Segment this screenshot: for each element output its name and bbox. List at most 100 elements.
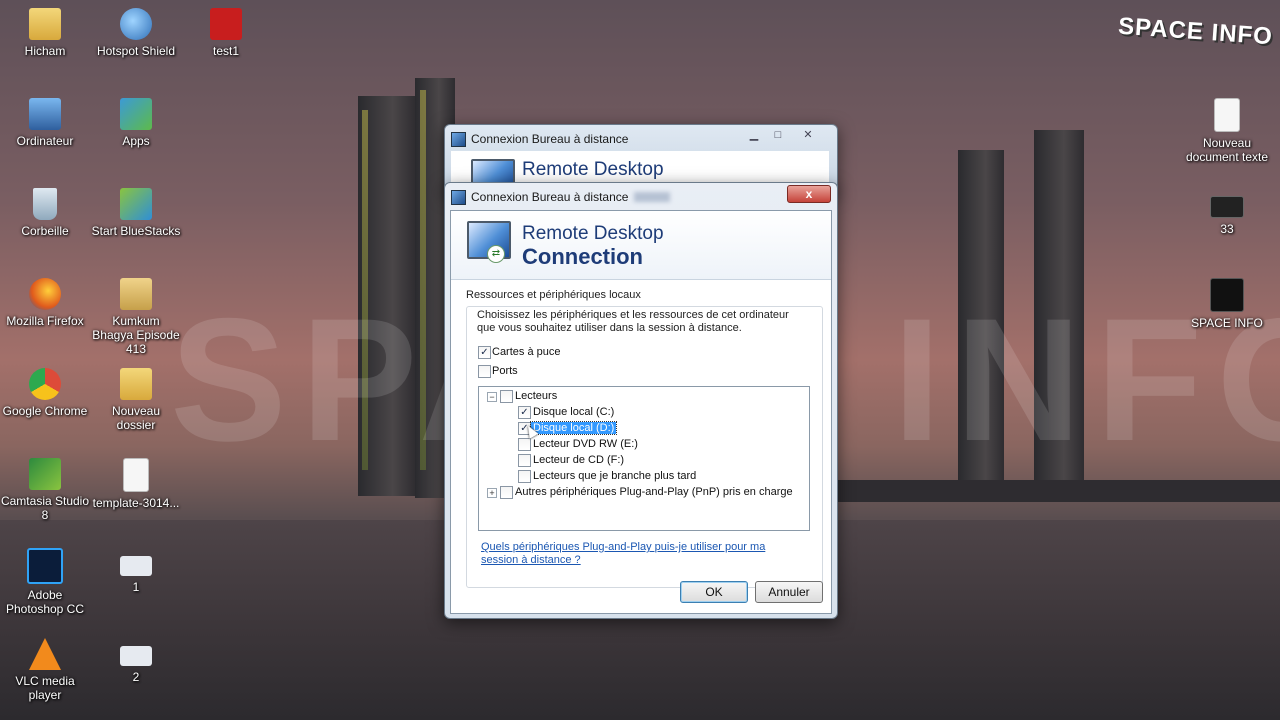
chrome-icon xyxy=(29,368,61,400)
collapse-expander[interactable]: − xyxy=(487,392,497,402)
space-info-icon xyxy=(1210,278,1244,312)
video-file-icon xyxy=(210,8,242,40)
back-window-titlebar[interactable]: Connexion Bureau à distance xyxy=(451,129,628,149)
desktop-icon-label: Nouveau dossier xyxy=(111,404,161,432)
desktop-icon-bluestacks[interactable]: Start BlueStacks xyxy=(91,188,181,238)
desktop-icon-nouveau-document[interactable]: Nouveau document texte xyxy=(1182,98,1272,164)
desktop-icon-label: Camtasia Studio 8 xyxy=(0,494,90,522)
desktop-icon-label: Mozilla Firefox xyxy=(6,314,84,328)
dialog-title: Connexion Bureau à distance xyxy=(471,190,629,204)
drives-checkbox[interactable] xyxy=(500,390,513,403)
smart-cards-label[interactable]: Cartes à puce xyxy=(492,346,560,358)
connection-arrows-icon: ⇄ xyxy=(487,245,505,263)
desktop-icon-hotspot-shield[interactable]: Hotspot Shield xyxy=(91,8,181,58)
image-file-icon xyxy=(120,646,152,666)
photoshop-icon xyxy=(27,548,63,584)
folder-icon xyxy=(120,278,152,310)
pnp-devices-label[interactable]: Autres périphériques Plug-and-Play (PnP)… xyxy=(515,486,793,498)
drive-f-label[interactable]: Lecteur de CD (F:) xyxy=(533,454,624,466)
background-bridge xyxy=(820,480,1280,502)
drives-label[interactable]: Lecteurs xyxy=(515,390,557,402)
bluestacks-icon xyxy=(120,188,152,220)
document-icon xyxy=(123,458,149,492)
ports-label[interactable]: Ports xyxy=(492,365,518,377)
desktop-icon-kumkum[interactable]: Kumkum Bhagya Episode 413 xyxy=(91,278,181,356)
desktop-icon-label: Ordinateur xyxy=(16,134,74,148)
smart-cards-checkbox[interactable]: ✓ xyxy=(478,346,491,359)
desktop-icon-label: SPACE INFO xyxy=(1191,316,1263,330)
banner-line1: Remote Desktop xyxy=(522,223,664,244)
resources-group-label: Ressources et périphériques locaux xyxy=(466,289,645,301)
desktop-icon-photoshop[interactable]: Adobe Photoshop CC xyxy=(0,548,90,616)
firefox-icon xyxy=(29,278,61,310)
desktop-icon-label: 33 xyxy=(1220,222,1234,236)
text-file-icon xyxy=(1214,98,1240,132)
later-drives-label[interactable]: Lecteurs que je branche plus tard xyxy=(533,470,696,482)
pnp-help-link[interactable]: Quels périphériques Plug-and-Play puis-j… xyxy=(481,541,801,567)
drive-e-checkbox[interactable] xyxy=(518,438,531,451)
later-drives-checkbox[interactable] xyxy=(518,470,531,483)
desktop-icon-ordinateur[interactable]: Ordinateur xyxy=(0,98,90,148)
desktop-icon-1[interactable]: 1 xyxy=(91,548,181,594)
drive-c-checkbox[interactable]: ✓ xyxy=(518,406,531,419)
expand-expander[interactable]: + xyxy=(487,488,497,498)
desktop-icon-label: 2 xyxy=(132,670,140,684)
desktop-icon-label: Google Chrome xyxy=(2,404,88,418)
drives-tree[interactable]: − Lecteurs ✓ Disque local (C:) ✓ Disque … xyxy=(478,386,810,531)
desktop-icon-label: 1 xyxy=(132,580,140,594)
dialog-client-area: ⇄ Remote Desktop Connection Ressources e… xyxy=(450,210,832,614)
vlc-icon xyxy=(29,638,61,670)
desktop-icon-33[interactable]: 33 xyxy=(1182,188,1272,236)
back-window-title: Connexion Bureau à distance xyxy=(471,132,629,146)
desktop-icon-corbeille[interactable]: Corbeille xyxy=(0,188,90,238)
desktop-icon-template[interactable]: template-3014... xyxy=(91,458,181,510)
desktop-icon-label: test1 xyxy=(212,44,239,58)
resources-description: Choisissez les périphériques et les ress… xyxy=(477,309,789,334)
apps-icon xyxy=(120,98,152,130)
desktop-icon-2[interactable]: 2 xyxy=(91,638,181,684)
dialog-titlebar[interactable]: Connexion Bureau à distance xyxy=(451,187,671,207)
cancel-button[interactable]: Annuler xyxy=(755,581,823,603)
remote-desktop-app-icon xyxy=(451,131,466,147)
local-resources-dialog[interactable]: Connexion Bureau à distance x ⇄ Remote D… xyxy=(444,182,838,619)
ok-button[interactable]: OK xyxy=(680,581,748,603)
desktop-icon-label: Start BlueStacks xyxy=(91,224,181,238)
minimize-button[interactable]: ▁ xyxy=(743,127,765,143)
image-file-icon xyxy=(1210,196,1244,218)
desktop-icon-label: VLC media player xyxy=(15,674,75,702)
dialog-close-button[interactable]: x xyxy=(787,185,831,203)
desktop-icon-label: Adobe Photoshop CC xyxy=(5,588,85,616)
desktop-icon-apps[interactable]: Apps xyxy=(91,98,181,148)
ports-checkbox[interactable] xyxy=(478,365,491,378)
banner-line2: Connection xyxy=(522,244,643,269)
blurred-hostname xyxy=(634,192,671,202)
desktop-icon-chrome[interactable]: Google Chrome xyxy=(0,368,90,418)
drive-e-label[interactable]: Lecteur DVD RW (E:) xyxy=(533,438,638,450)
desktop-icon-camtasia[interactable]: Camtasia Studio 8 xyxy=(0,458,90,522)
brand-overlay: SPACE INFO xyxy=(1117,12,1274,51)
desktop-icon-test1[interactable]: test1 xyxy=(181,8,271,58)
desktop-icon-label: Corbeille xyxy=(21,224,69,238)
desktop-icon-hicham[interactable]: Hicham xyxy=(0,8,90,58)
pnp-devices-checkbox[interactable] xyxy=(500,486,513,499)
remote-desktop-app-icon xyxy=(451,189,466,205)
drive-d-label[interactable]: Disque local (D:) xyxy=(529,421,618,435)
computer-icon xyxy=(29,98,61,130)
desktop-icon-label: Kumkum Bhagya Episode 413 xyxy=(92,314,180,356)
image-file-icon xyxy=(120,556,152,576)
maximize-button[interactable]: □ xyxy=(767,127,789,143)
desktop-icon-vlc[interactable]: VLC media player xyxy=(0,638,90,702)
desktop-icon-label: Hotspot Shield xyxy=(96,44,176,58)
desktop-icon-nouveau-dossier[interactable]: Nouveau dossier xyxy=(91,368,181,432)
desktop-icon-label: template-3014... xyxy=(92,496,180,510)
drive-f-checkbox[interactable] xyxy=(518,454,531,467)
desktop-icon-label: Nouveau document texte xyxy=(1185,136,1269,164)
folder-icon xyxy=(29,8,61,40)
desktop-icon-firefox[interactable]: Mozilla Firefox xyxy=(0,278,90,328)
folder-icon xyxy=(120,368,152,400)
desktop-icon-space-info[interactable]: SPACE INFO xyxy=(1182,278,1272,330)
drive-c-label[interactable]: Disque local (C:) xyxy=(533,406,614,418)
dialog-banner: ⇄ Remote Desktop Connection xyxy=(451,211,831,280)
close-button[interactable]: ✕ xyxy=(793,127,823,143)
recycle-bin-icon xyxy=(33,188,57,220)
